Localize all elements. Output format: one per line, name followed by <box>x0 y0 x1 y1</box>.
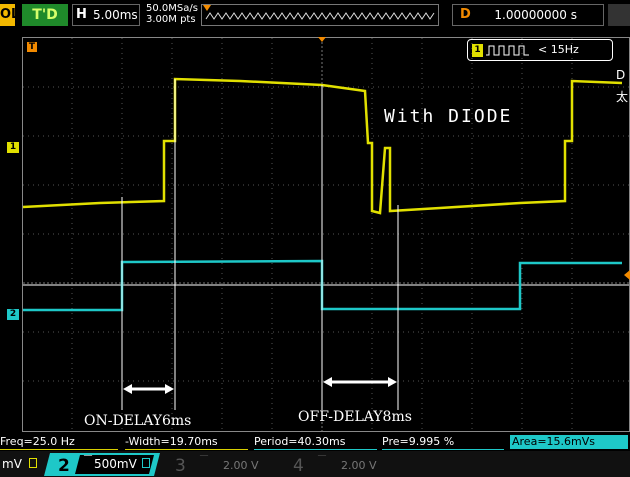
ch2-number: 2 <box>58 456 70 476</box>
acquisition-info: 50.0MSa/s 3.00M pts <box>146 3 198 25</box>
frequency-counter-box[interactable]: 1 < 15Hz <box>467 39 613 61</box>
memory-overview-box[interactable] <box>201 4 439 26</box>
ch1-coupling-icon <box>29 458 37 468</box>
trigger-status-button[interactable]: T'D <box>22 4 68 26</box>
ch2-coupling-icon <box>142 458 150 468</box>
measurement-neg-width[interactable]: -Width=19.70ms <box>125 435 248 450</box>
ch4-bandwidth-icon: ‾‾ <box>318 454 326 463</box>
memory-waveform-icon <box>205 12 435 20</box>
trigger-position-marker-icon <box>203 5 211 11</box>
ch3-scale-tab[interactable]: 3 ‾‾ 2.00 V <box>165 451 277 477</box>
channel-bar: mV 2 ‾‾ 500mV 3 ‾‾ 2.00 V 4 ‾‾ 2.00 V <box>0 451 630 477</box>
horizontal-scale-box[interactable]: H 5.00ms <box>72 4 140 26</box>
off-delay-arrow-icon <box>323 377 397 387</box>
ch1-scale-tab[interactable]: mV <box>0 451 44 477</box>
right-edge-menu-text: D 太 <box>616 68 629 104</box>
on-delay-label: ON-DELAY6ms <box>84 413 192 429</box>
freq-counter-channel: 1 <box>472 44 483 57</box>
off-delay-label: OFF-DELAY8ms <box>298 409 412 425</box>
delay-value: 1.00000000 s <box>494 8 577 22</box>
trigger-marker-label: T <box>27 42 37 52</box>
freq-counter-value: < 15Hz <box>538 43 579 56</box>
trigger-time-marker-icon <box>318 37 326 42</box>
ch2-scale-value: 500mV <box>94 457 137 471</box>
measurement-bar: Freq=25.0 Hz -Width=19.70ms Period=40.30… <box>0 434 630 450</box>
ch2-scale-tab[interactable]: 2 ‾‾ 500mV <box>44 451 160 477</box>
measurement-freq[interactable]: Freq=25.0 Hz <box>0 435 118 450</box>
memory-depth: 3.00M pts <box>146 14 196 25</box>
square-wave-icon <box>486 45 529 56</box>
ch3-number: 3 <box>175 456 186 476</box>
ch1-offset-marker[interactable]: 1 <box>7 142 19 153</box>
ch2-bandwidth-icon: ‾‾ <box>84 454 92 463</box>
ch1-scale-label: mV <box>2 457 22 471</box>
top-right-scroll-button[interactable] <box>608 4 630 26</box>
graticule-horizontal-lines <box>23 86 629 382</box>
ch4-scale-value: 2.00 V <box>341 459 377 472</box>
ch4-number: 4 <box>293 456 304 476</box>
horizontal-scale-value: 5.00ms <box>93 8 138 22</box>
delay-box[interactable]: D 1.00000000 s <box>452 4 604 26</box>
horizontal-key: H <box>76 7 87 22</box>
ch3-bandwidth-icon: ‾‾ <box>200 454 208 463</box>
ch3-scale-value: 2.00 V <box>223 459 259 472</box>
ch2-offset-marker[interactable]: 2 <box>7 309 19 320</box>
measurement-area[interactable]: Area=15.6mVs <box>510 435 628 449</box>
ch4-scale-tab[interactable]: 4 ‾‾ 2.00 V <box>285 451 397 477</box>
trigger-level-arrow-icon <box>624 270 630 280</box>
delay-key: D <box>460 7 471 22</box>
annotation-title: With DIODE <box>384 106 513 127</box>
measurement-period[interactable]: Period=40.30ms <box>254 435 377 450</box>
brand-logo: OL <box>0 4 19 26</box>
measurement-preshoot[interactable]: Pre=9.995 % <box>382 435 504 450</box>
waveform-display <box>22 37 630 432</box>
top-toolbar: OL T'D H 5.00ms 50.0MSa/s 3.00M pts D 1.… <box>0 0 630 33</box>
sample-rate: 50.0MSa/s <box>146 3 198 14</box>
on-delay-arrow-icon <box>123 384 174 394</box>
